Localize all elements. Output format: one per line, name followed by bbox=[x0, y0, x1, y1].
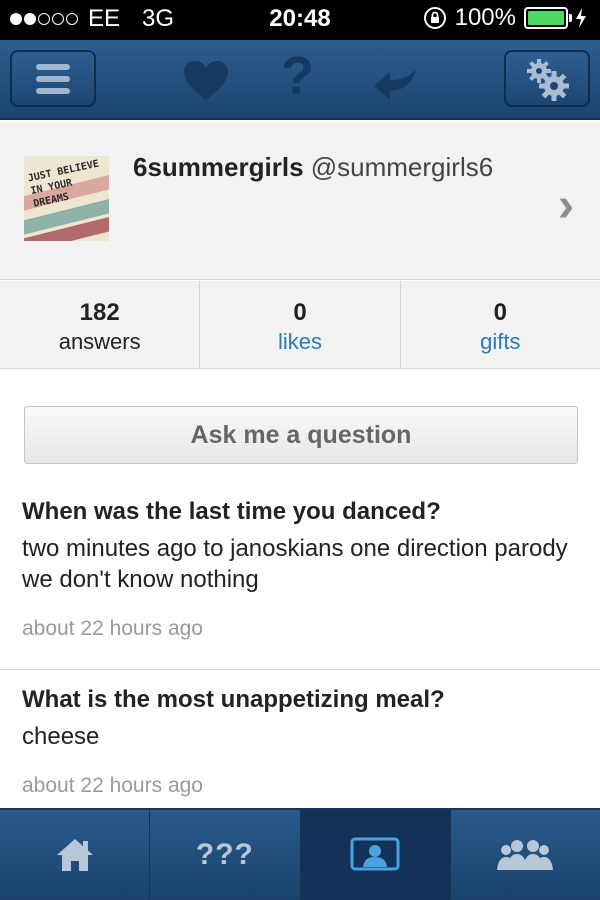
nav-bar: ? bbox=[0, 40, 600, 120]
tab-profile[interactable] bbox=[300, 810, 451, 900]
answer-timestamp: about 22 hours ago bbox=[22, 617, 203, 640]
stat-answers-count: 182 bbox=[79, 299, 120, 326]
status-bar: EE 3G 20:48 100% bbox=[0, 0, 600, 40]
tab-friends[interactable] bbox=[451, 810, 600, 900]
stat-answers-label: answers bbox=[58, 329, 141, 354]
question-mark-icon[interactable]: ? bbox=[281, 49, 314, 103]
menu-button[interactable] bbox=[10, 50, 96, 107]
stat-likes[interactable]: 0 likes bbox=[200, 281, 401, 368]
stat-gifts-label: gifts bbox=[480, 329, 521, 354]
gears-icon bbox=[527, 58, 569, 101]
profile-stats: 182 answers 0 likes 0 gifts bbox=[0, 281, 600, 369]
battery-icon bbox=[524, 7, 572, 29]
settings-button[interactable] bbox=[504, 50, 590, 107]
answer-item[interactable]: When was the last time you danced? two m… bbox=[0, 497, 600, 641]
charging-bolt-icon bbox=[576, 8, 586, 28]
stat-likes-label: likes bbox=[277, 329, 322, 354]
answer-item[interactable]: What is the most unappetizing meal? chee… bbox=[0, 685, 600, 798]
chevron-right-icon[interactable]: › bbox=[558, 182, 574, 230]
stat-gifts-count: 0 bbox=[493, 299, 507, 326]
profile-username: 6summergirls bbox=[133, 152, 304, 182]
heart-icon[interactable] bbox=[182, 60, 230, 102]
ask-question-button[interactable]: Ask me a question bbox=[24, 406, 578, 464]
rotation-lock-icon bbox=[423, 7, 446, 29]
avatar[interactable]: JUST BELIEVE IN YOUR DREAMS bbox=[24, 156, 109, 241]
answer-text: cheese bbox=[22, 723, 100, 750]
stat-answers[interactable]: 182 answers bbox=[0, 281, 201, 368]
answer-timestamp: about 22 hours ago bbox=[22, 774, 203, 797]
tab-bar: ??? bbox=[0, 808, 600, 900]
answer-text: two minutes ago to janoskians one direct… bbox=[22, 535, 568, 593]
tab-home[interactable] bbox=[0, 810, 151, 900]
question-text: What is the most unappetizing meal? bbox=[22, 686, 445, 713]
profile-header[interactable]: JUST BELIEVE IN YOUR DREAMS 6summergirls… bbox=[0, 122, 600, 280]
reply-arrow-icon[interactable] bbox=[370, 56, 420, 102]
questions-tab-label: ??? bbox=[195, 838, 254, 871]
question-text: When was the last time you danced? bbox=[22, 498, 441, 525]
stat-likes-count: 0 bbox=[293, 299, 307, 326]
profile-handle: @summergirls6 bbox=[310, 152, 494, 182]
hamburger-menu-icon bbox=[36, 63, 70, 94]
divider bbox=[0, 669, 600, 670]
friends-icon bbox=[497, 840, 554, 870]
tab-questions[interactable]: ??? bbox=[150, 810, 301, 900]
home-icon bbox=[56, 839, 93, 871]
profile-card-icon bbox=[350, 837, 400, 871]
stat-gifts[interactable]: 0 gifts bbox=[401, 281, 600, 368]
battery-percentage: 100% bbox=[454, 4, 516, 31]
